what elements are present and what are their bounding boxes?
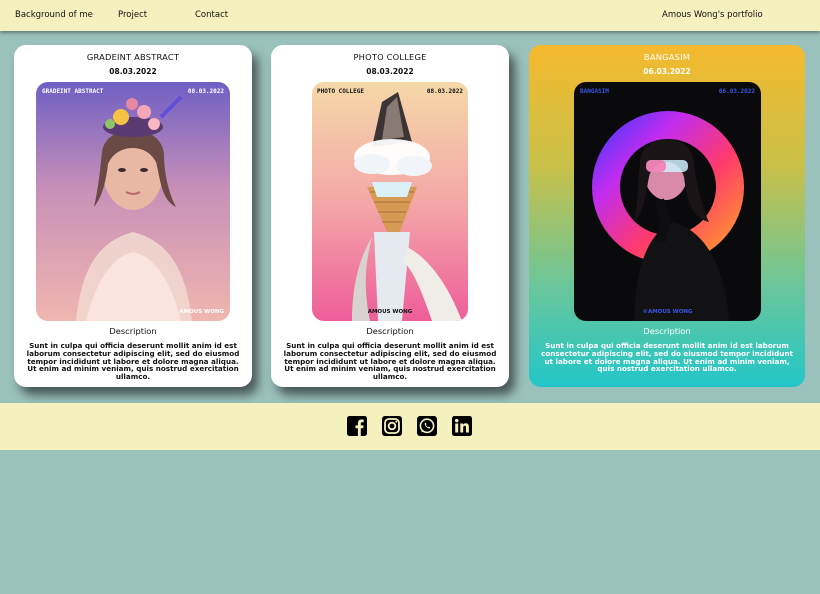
poster-title: PHOTO COLLEGE: [317, 88, 364, 95]
card-date: 08.03.2022: [109, 67, 157, 76]
description-text: Sunt in culpa qui officia deserunt molli…: [541, 341, 793, 374]
portrait-illustration: [36, 82, 230, 321]
description-heading: Description: [643, 326, 691, 336]
poster-title: BANGASIM: [580, 88, 609, 95]
poster-date: 08.03.2022: [187, 88, 224, 95]
card-title: GRADEINT ABSTRACT: [86, 52, 180, 62]
poster-author: AMOUS WONG: [179, 309, 224, 315]
description-text: Sunt in culpa qui officia deserunt molli…: [283, 341, 497, 382]
description-heading: Description: [366, 326, 414, 336]
poster-title: GRADEINT ABSTRACT: [42, 88, 104, 95]
instagram-icon[interactable]: [382, 416, 402, 436]
facebook-icon[interactable]: [347, 416, 367, 436]
project-card-gradient-abstract[interactable]: GRADEINT ABSTRACT 08.03.2022 GRADEINT AB…: [14, 45, 252, 387]
card-date: 06.03.2022: [643, 67, 691, 76]
nav-link-background[interactable]: Background of me: [15, 10, 93, 20]
poster-author: ©AMOUS WONG: [642, 309, 693, 315]
poster-image-photo-college[interactable]: PHOTO COLLEGE 08.03.2022 AMOUS WONG: [312, 82, 468, 321]
whatsapp-icon[interactable]: [417, 416, 437, 436]
project-card-photo-college[interactable]: PHOTO COLLEGE 08.03.2022 PHOTO COLLEGE 0…: [271, 45, 509, 387]
poster-date: 06.03.2022: [718, 88, 755, 95]
nav-link-contact[interactable]: Contact: [195, 10, 228, 20]
linkedin-icon[interactable]: [452, 416, 472, 436]
navbar: Background of me Project Contact Amous W…: [0, 0, 820, 31]
description-text: Sunt in culpa qui officia deserunt molli…: [26, 341, 240, 382]
description-heading: Description: [109, 326, 157, 336]
nav-link-project[interactable]: Project: [118, 10, 147, 20]
card-date: 08.03.2022: [366, 67, 414, 76]
poster-date: 08.03.2022: [426, 88, 463, 95]
poster-image-gradient-abstract[interactable]: GRADEINT ABSTRACT 08.03.2022 AMOUS WONG: [36, 82, 230, 321]
footer: [0, 403, 820, 450]
card-title: BANGASIM: [643, 52, 691, 62]
ice-cream-illustration: [312, 82, 468, 321]
poster-author: AMOUS WONG: [367, 309, 413, 315]
brand-title: Amous Wong's portfolio: [662, 10, 763, 20]
project-card-bangasim[interactable]: BANGASIM 06.03.2022 BANGASIM 06.03.2022 …: [529, 45, 805, 387]
poster-image-bangasim[interactable]: BANGASIM 06.03.2022 ©AMOUS WONG: [574, 82, 761, 321]
card-title: PHOTO COLLEGE: [353, 52, 427, 62]
neon-portrait-illustration: [574, 82, 761, 321]
